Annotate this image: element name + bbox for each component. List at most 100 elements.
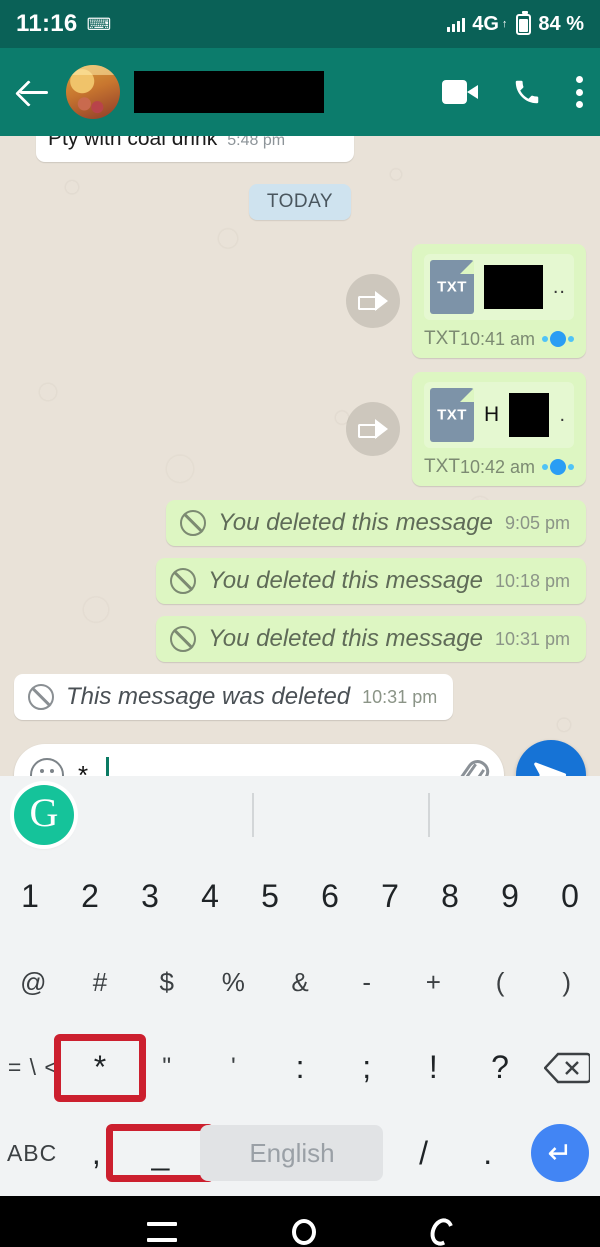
key-single-quote[interactable]: ' xyxy=(200,1025,267,1111)
network-type-label: 4G xyxy=(472,12,499,35)
message-time: 10:42 am xyxy=(459,456,535,477)
key-double-quote[interactable]: " xyxy=(133,1025,200,1111)
document-attachment[interactable]: TXT .. xyxy=(424,254,574,320)
home-icon[interactable] xyxy=(291,1219,316,1245)
chat-app-bar xyxy=(0,48,600,136)
key-2[interactable]: 2 xyxy=(60,854,120,940)
back-nav-icon[interactable] xyxy=(426,1214,458,1247)
suggestion-bar: G xyxy=(0,776,600,854)
message-time: 10:18 pm xyxy=(494,570,570,591)
video-call-icon[interactable] xyxy=(442,80,478,104)
key-7[interactable]: 7 xyxy=(360,854,420,940)
message-row: TXT H . TXT 10:42 am xyxy=(14,372,586,486)
signal-strength-icon xyxy=(447,16,466,32)
document-type-label: TXT xyxy=(424,328,460,349)
message-meta-right: 10:42 am xyxy=(460,457,574,478)
avatar[interactable] xyxy=(66,65,120,119)
file-type-label: TXT xyxy=(437,278,467,296)
key-0[interactable]: 0 xyxy=(540,854,600,940)
message-row: TXT .. TXT 10:41 am xyxy=(14,244,586,358)
network-activity-icon: ↑ xyxy=(501,17,508,30)
block-icon xyxy=(180,510,207,536)
key-semicolon[interactable]: ; xyxy=(333,1025,400,1111)
document-message-bubble[interactable]: TXT .. TXT 10:41 am xyxy=(412,244,586,358)
android-navigation-bar xyxy=(0,1196,600,1247)
key-slash[interactable]: / xyxy=(391,1111,455,1197)
document-message-bubble[interactable]: TXT H . TXT 10:42 am xyxy=(412,372,586,486)
key-underscore[interactable]: _ xyxy=(128,1111,192,1197)
grammarly-icon[interactable]: G xyxy=(14,785,74,845)
key-percent[interactable]: % xyxy=(200,940,267,1026)
key-1[interactable]: 1 xyxy=(0,854,60,940)
read-receipt-icon xyxy=(542,331,574,347)
key-asterisk[interactable]: * xyxy=(67,1025,134,1111)
app-bar-actions xyxy=(442,76,584,108)
txt-file-icon: TXT xyxy=(430,388,475,442)
clipped-message-time: 5:48 pm xyxy=(227,136,286,149)
key-ampersand[interactable]: & xyxy=(267,940,334,1026)
deleted-message-text: This message was deleted xyxy=(66,683,351,710)
keyboard-row-numbers: 1 2 3 4 5 6 7 8 9 0 xyxy=(0,854,600,940)
deleted-message-bubble[interactable]: This message was deleted 10:31 pm xyxy=(14,674,454,720)
key-plus[interactable]: + xyxy=(400,940,467,1026)
key-comma[interactable]: , xyxy=(64,1111,128,1197)
text-cursor xyxy=(105,757,109,776)
block-icon xyxy=(170,626,197,652)
key-symbols-alt[interactable]: = \ < xyxy=(0,1025,67,1111)
key-5[interactable]: 5 xyxy=(240,854,300,940)
on-screen-keyboard[interactable]: G 1 2 3 4 5 6 7 8 9 0 @ # $ % & - + () … xyxy=(0,776,600,1196)
phone-call-icon[interactable] xyxy=(512,77,542,107)
message-time: 10:41 am xyxy=(459,328,535,349)
deleted-message-bubble[interactable]: You deleted this message 10:31 pm xyxy=(156,616,586,662)
message-input-bar: * _ xyxy=(0,732,600,776)
key-enter[interactable]: ↵ xyxy=(520,1111,600,1197)
composed-text: * _ xyxy=(78,757,109,776)
read-receipt-icon xyxy=(542,459,574,475)
message-meta: TXT 10:42 am xyxy=(424,456,574,478)
backspace-icon[interactable] xyxy=(533,1025,600,1111)
back-arrow-icon[interactable] xyxy=(16,74,52,110)
clipped-message-text: Pty with coal drink xyxy=(48,136,218,150)
key-period[interactable]: . xyxy=(456,1111,520,1197)
recents-icon[interactable] xyxy=(147,1222,178,1242)
status-bar: 11:16 ⌨ 4G ↑ 84 % xyxy=(0,0,600,48)
chat-message-list[interactable]: Pty with coal drink 5:48 pm TODAY TXT ..… xyxy=(0,136,600,776)
key-hash[interactable]: # xyxy=(67,940,134,1026)
document-attachment[interactable]: TXT H . xyxy=(424,382,574,448)
key-left-paren[interactable]: ( xyxy=(467,940,534,1026)
key-colon[interactable]: : xyxy=(267,1025,334,1111)
key-spacebar[interactable]: English xyxy=(193,1111,392,1197)
battery-percent-label: 84 % xyxy=(538,12,584,35)
document-name-suffix: .. xyxy=(552,275,566,298)
message-input-field[interactable]: * _ xyxy=(14,744,504,776)
document-name-suffix: . xyxy=(559,403,566,426)
deleted-message-bubble[interactable]: You deleted this message 9:05 pm xyxy=(166,500,586,546)
more-options-icon[interactable] xyxy=(576,76,584,108)
key-dollar[interactable]: $ xyxy=(133,940,200,1026)
attachment-clip-icon[interactable] xyxy=(456,758,486,776)
document-name-prefix: H xyxy=(484,403,500,426)
emoji-icon[interactable] xyxy=(30,758,64,776)
key-question[interactable]: ? xyxy=(467,1025,534,1111)
key-exclamation[interactable]: ! xyxy=(400,1025,467,1111)
deleted-message-text: You deleted this message xyxy=(208,567,483,594)
key-3[interactable]: 3 xyxy=(120,854,180,940)
send-icon[interactable] xyxy=(516,740,586,776)
deleted-message-bubble[interactable]: You deleted this message 10:18 pm xyxy=(156,558,586,604)
key-at[interactable]: @ xyxy=(0,940,67,1026)
key-6[interactable]: 6 xyxy=(300,854,360,940)
clipped-message-bubble[interactable]: Pty with coal drink 5:48 pm xyxy=(36,136,354,162)
key-hyphen[interactable]: - xyxy=(333,940,400,1026)
key-8[interactable]: 8 xyxy=(420,854,480,940)
key-abc-switch[interactable]: ABC xyxy=(0,1111,64,1197)
message-time: 10:31 pm xyxy=(362,686,438,707)
suggestion-divider xyxy=(428,793,430,837)
key-9[interactable]: 9 xyxy=(480,854,540,940)
key-4[interactable]: 4 xyxy=(180,854,240,940)
key-right-paren[interactable]: ) xyxy=(533,940,600,1026)
document-type-label: TXT xyxy=(424,456,460,477)
contact-name-redacted[interactable] xyxy=(134,71,324,113)
block-icon xyxy=(28,684,54,710)
deleted-message-text: You deleted this message xyxy=(208,625,483,652)
message-time: 10:31 pm xyxy=(494,628,570,649)
